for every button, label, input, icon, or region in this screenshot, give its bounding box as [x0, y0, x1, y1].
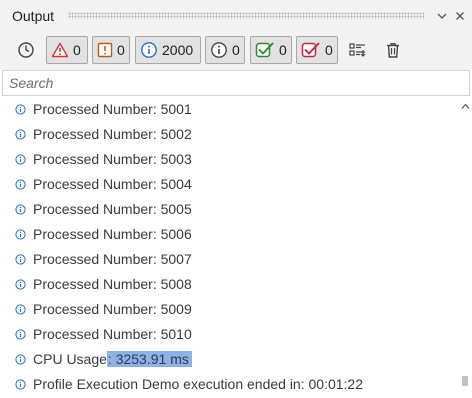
- log-message: Processed Number: 5008: [33, 276, 192, 292]
- list-item: Profile Execution Demo execution ended i…: [0, 372, 458, 397]
- errors-filter-button[interactable]: 0: [46, 36, 88, 64]
- search-box: [2, 70, 470, 96]
- info-icon: [15, 279, 26, 290]
- info-icon: [15, 304, 26, 315]
- log-message: Processed Number: 5005: [33, 201, 192, 217]
- clock-icon: [18, 42, 34, 58]
- verbose-filter-button[interactable]: 0: [205, 36, 245, 64]
- info-icon: [15, 329, 26, 340]
- list-item: Processed Number: 5002: [0, 122, 458, 147]
- info-icon: [15, 229, 26, 240]
- warning-square-icon: [97, 42, 113, 58]
- info-icon: [15, 104, 26, 115]
- log-message: Processed Number: 5007: [33, 251, 192, 267]
- trash-icon: [387, 43, 399, 58]
- error-triangle-icon: [51, 42, 69, 58]
- log-message: Processed Number: 5006: [33, 226, 192, 242]
- chevron-down-icon[interactable]: [434, 8, 450, 24]
- failure-filter-button[interactable]: 0: [296, 36, 338, 64]
- info-icon: [15, 154, 26, 165]
- info-icon: [15, 354, 26, 365]
- scrollbar-thumb[interactable]: [462, 376, 468, 386]
- verbose-info-icon: [211, 42, 227, 58]
- cpu-label: CPU Usage: [33, 351, 107, 367]
- list-item: Processed Number: 5004: [0, 172, 458, 197]
- check-failure-icon: [301, 42, 320, 58]
- panel-titlebar: Output: [0, 0, 472, 32]
- info-icon: [15, 179, 26, 190]
- info-icon: [15, 254, 26, 265]
- timestamp-toggle-button[interactable]: [14, 36, 38, 64]
- output-log[interactable]: Processed Number: 5001 Processed Number:…: [0, 97, 458, 398]
- list-item: Processed Number: 5006: [0, 222, 458, 247]
- info-icon: [15, 379, 26, 390]
- log-message: Processed Number: 5001: [33, 101, 192, 117]
- list-item: Processed Number: 5009: [0, 297, 458, 322]
- clear-output-button[interactable]: [380, 36, 406, 64]
- info-count: 2000: [162, 42, 194, 58]
- warning-count: 0: [117, 42, 125, 58]
- failure-count: 0: [325, 42, 333, 58]
- list-item: CPU Usage: 3253.91 ms: [0, 347, 458, 372]
- list-item: Processed Number: 5005: [0, 197, 458, 222]
- search-input[interactable]: [9, 74, 449, 92]
- log-message: Processed Number: 5009: [33, 301, 192, 317]
- log-message: Processed Number: 5002: [33, 126, 192, 142]
- error-count: 0: [73, 42, 81, 58]
- info-filter-button[interactable]: 2000: [135, 36, 201, 64]
- selected-text: : 3253.91 ms: [106, 351, 192, 367]
- vertical-scrollbar[interactable]: [458, 97, 472, 398]
- success-filter-button[interactable]: 0: [250, 36, 292, 64]
- info-icon: [141, 42, 157, 58]
- log-message: Processed Number: 5003: [33, 151, 192, 167]
- list-wrap-icon: [349, 43, 366, 57]
- log-message: Processed Number: 5010: [33, 326, 192, 342]
- list-item: Processed Number: 5010: [0, 322, 458, 347]
- panel-title: Output: [12, 8, 55, 24]
- output-toolbar: 0 0 2000 0 0 0: [0, 32, 472, 70]
- list-item: Processed Number: 5001: [0, 97, 458, 122]
- list-item: Processed Number: 5007: [0, 247, 458, 272]
- scroll-up-icon[interactable]: [461, 103, 470, 110]
- info-icon: [15, 204, 26, 215]
- log-message: Profile Execution Demo execution ended i…: [33, 376, 363, 392]
- warnings-filter-button[interactable]: 0: [92, 36, 130, 64]
- verbose-count: 0: [232, 42, 240, 58]
- log-message: Processed Number: 5004: [33, 176, 192, 192]
- close-icon[interactable]: [452, 8, 468, 24]
- list-item: Processed Number: 5008: [0, 272, 458, 297]
- check-success-icon: [255, 42, 274, 58]
- list-item: Processed Number: 5003: [0, 147, 458, 172]
- info-icon: [15, 129, 26, 140]
- success-count: 0: [279, 42, 287, 58]
- word-wrap-button[interactable]: [345, 36, 371, 64]
- log-message-cpu: CPU Usage: 3253.91 ms: [33, 351, 192, 367]
- drag-grip[interactable]: [68, 12, 424, 19]
